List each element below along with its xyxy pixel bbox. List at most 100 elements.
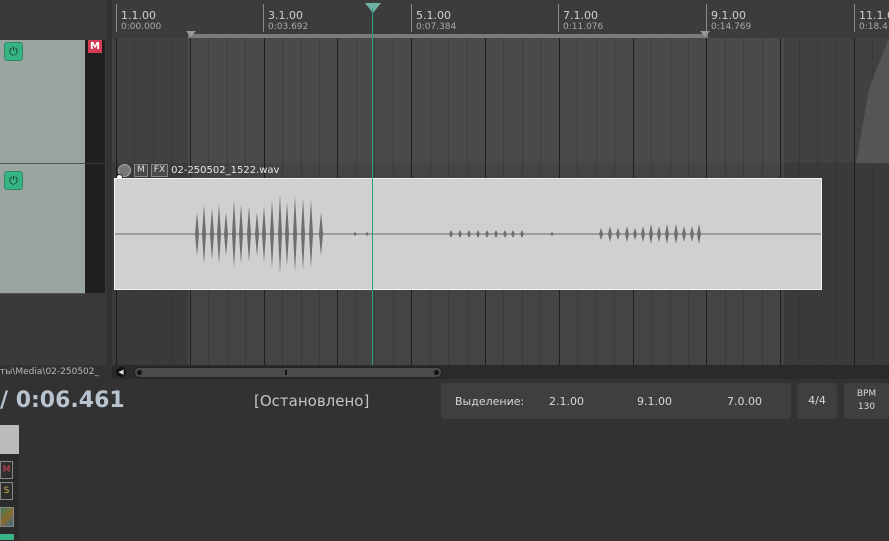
playhead-marker-icon[interactable]: [365, 3, 381, 13]
media-path-label: ты\Media\02-250502_: [0, 367, 99, 377]
bpm-display[interactable]: BPM 130: [844, 383, 889, 419]
loop-end-handle[interactable]: [700, 31, 710, 37]
waveform-peak: [239, 204, 243, 264]
track-1-power-button[interactable]: ⏻: [4, 42, 23, 61]
grid-line-beat: [835, 38, 837, 365]
waveform: [115, 194, 821, 274]
item-fx-button[interactable]: FX: [150, 164, 169, 177]
waveform-peak: [458, 230, 462, 238]
ruler-bar-label: 7.1.00: [563, 9, 598, 22]
waveform-peak: [520, 230, 524, 238]
media-item-header[interactable]: M FX 02-250502_1522.wav: [118, 163, 279, 178]
waveform-peak: [270, 200, 274, 268]
bpm-value: 130: [857, 402, 876, 412]
waveform-peak: [467, 230, 471, 238]
item-mute-button[interactable]: M: [134, 164, 148, 177]
ruler-time-label: 0:07.384: [416, 22, 457, 32]
waveform-peak: [278, 194, 282, 274]
mixer-fx-button[interactable]: [0, 507, 14, 527]
waveform-peak: [550, 232, 554, 236]
power-icon: ⏻: [9, 45, 18, 58]
ruler-marker: 1.1.00 0:00.000: [116, 4, 161, 32]
timeline-ruler[interactable]: 1.1.00 0:00.000 3.1.00 0:03.692 5.1.00 0…: [112, 0, 889, 38]
waveform-peak: [649, 224, 653, 244]
waveform-peak: [476, 230, 480, 238]
waveform-peak: [210, 208, 214, 260]
ruler-marker: 7.1.00 0:11.076: [558, 4, 603, 32]
waveform-peak: [285, 202, 289, 266]
selection-length[interactable]: 7.0.00: [727, 395, 762, 408]
waveform-peak: [511, 230, 515, 238]
power-icon: ⏻: [9, 174, 18, 187]
mixer-strip: M S: [0, 425, 19, 541]
mixer-mute-button[interactable]: M: [0, 461, 13, 479]
waveform-peak: [195, 212, 199, 256]
waveform-peak: [232, 200, 236, 268]
ruler-time-label: 0:11.076: [563, 22, 604, 32]
media-item[interactable]: [114, 178, 822, 290]
ruler-bar-label: 3.1.00: [268, 9, 303, 22]
transport-status: [Остановлено]: [254, 392, 370, 410]
waveform-peak: [262, 206, 266, 262]
scroll-grip: [285, 370, 287, 375]
ruler-time-label: 0:18.4: [859, 22, 888, 32]
track-control-panel: ⏻ M ⏻: [0, 0, 106, 365]
playhead[interactable]: [372, 8, 373, 365]
mixer-solo-button[interactable]: S: [0, 482, 13, 500]
waveform-peak: [255, 212, 259, 256]
waveform-peak: [625, 226, 629, 242]
time-signature[interactable]: 4/4: [797, 383, 837, 419]
waveform-peak: [365, 232, 369, 236]
ruler-time-label: 0:14.769: [711, 22, 752, 32]
waveform-peak: [657, 226, 661, 242]
waveform-peak: [503, 230, 507, 238]
waveform-peak: [665, 224, 669, 244]
ruler-bar-label: 1.1.00: [121, 9, 156, 22]
grid-line-bar: [854, 38, 855, 365]
waveform-peak: [682, 226, 686, 242]
waveform-peak: [641, 226, 645, 242]
scroll-left-icon[interactable]: ◀: [116, 367, 126, 377]
ruler-marker: 3.1.00 0:03.692: [263, 4, 308, 32]
waveform-peak: [202, 204, 206, 264]
selection-label: Выделение:: [455, 395, 525, 408]
loop-start-handle[interactable]: [186, 31, 196, 37]
waveform-peak: [674, 224, 678, 244]
ruler-bar-label: 11.1.0: [859, 9, 889, 22]
arrange-view[interactable]: M FX 02-250502_1522.wav: [112, 38, 889, 365]
track-2-power-button[interactable]: ⏻: [4, 171, 23, 190]
waveform-peak: [449, 230, 453, 238]
waveform-peak: [247, 206, 251, 262]
ruler-time-label: 0:03.692: [268, 22, 309, 32]
bpm-label: BPM: [856, 389, 877, 399]
scroll-thumb[interactable]: [134, 367, 442, 378]
waveform-peak: [616, 228, 620, 240]
selection-end[interactable]: 9.1.00: [637, 395, 672, 408]
track-1-mute-button[interactable]: M: [88, 40, 102, 53]
ruler-marker: 9.1.00 0:14.769: [706, 4, 751, 32]
waveform-peak: [690, 226, 694, 242]
mixer-track-color: [0, 425, 19, 454]
waveform-peak: [224, 212, 228, 256]
track-2-meter: [85, 164, 105, 293]
waveform-peak: [319, 212, 323, 256]
ruler-marker: 5.1.00 0:07.384: [411, 4, 456, 32]
waveform-peak: [608, 226, 612, 242]
selection-start[interactable]: 2.1.00: [549, 395, 584, 408]
media-item-name: 02-250502_1522.wav: [171, 165, 280, 176]
waveform-peak: [301, 198, 305, 270]
ruler-bar-label: 9.1.00: [711, 9, 746, 22]
mixer-power-button[interactable]: [0, 534, 14, 540]
waveform-peak: [494, 230, 498, 238]
selection-panel[interactable]: Выделение: 2.1.00 9.1.00 7.0.00: [441, 383, 791, 419]
ruler-bar-label: 5.1.00: [416, 9, 451, 22]
waveform-peak: [309, 200, 313, 268]
horizontal-scrollbar[interactable]: ◀: [112, 365, 889, 379]
waveform-peak: [293, 196, 297, 272]
ruler-marker: 11.1.0 0:18.4: [854, 4, 889, 32]
waveform-peak: [697, 224, 701, 244]
waveform-peak: [353, 232, 357, 236]
transport-time-display[interactable]: / 0:06.461: [0, 388, 125, 413]
waveform-peak: [485, 230, 489, 238]
waveform-peak: [217, 204, 221, 264]
